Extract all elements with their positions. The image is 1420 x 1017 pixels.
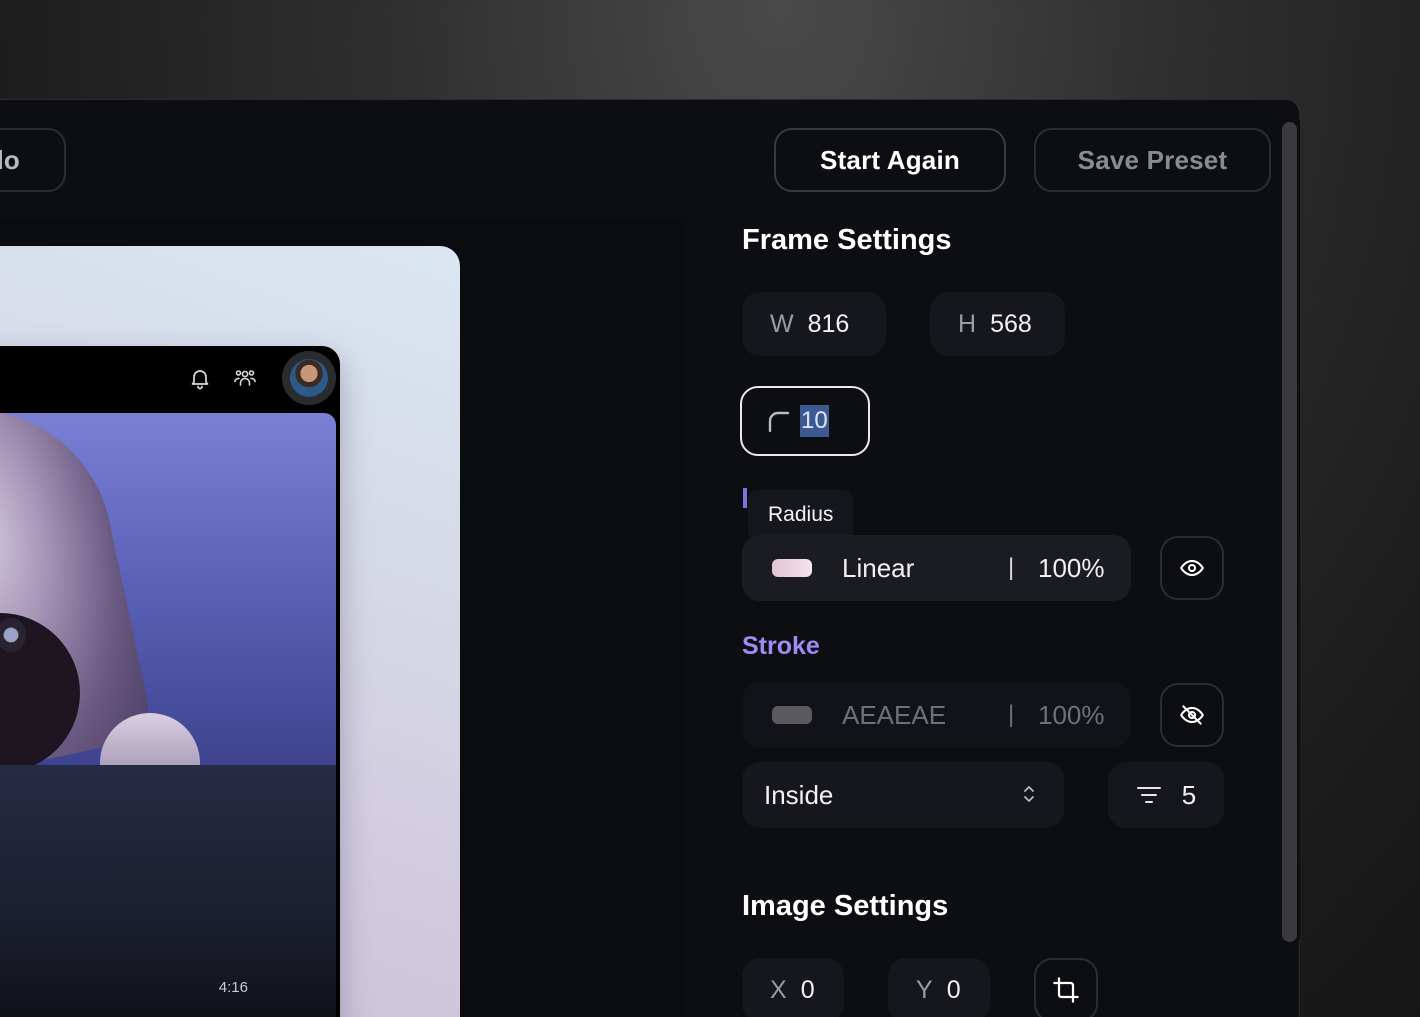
stroke-swatch[interactable] <box>772 706 812 724</box>
radius-input[interactable]: 10 <box>740 386 870 456</box>
width-value: 816 <box>807 309 850 338</box>
stroke-opacity[interactable]: 100% <box>1038 700 1105 731</box>
height-label: H <box>958 309 977 338</box>
settings-panel: Frame Settings W 816 H 568 10 Radius Lin… <box>686 120 1282 1017</box>
fill-type: Linear <box>842 552 915 583</box>
video-timestamp: 4:16 <box>218 979 248 996</box>
stroke-weight-value: 5 <box>1181 779 1197 810</box>
stroke-row[interactable]: AEAEAE | 100% <box>742 682 1131 748</box>
fill-separator: | <box>1008 554 1015 581</box>
device-mockup: 4:16 <box>0 346 340 1017</box>
fill-swatch[interactable] <box>772 559 812 577</box>
fill-row[interactable]: Linear | 100% <box>742 535 1131 601</box>
device-topbar <box>0 346 340 412</box>
scrollbar-thumb[interactable] <box>1282 122 1297 942</box>
eye-off-icon <box>1180 705 1204 725</box>
image-settings-title: Image Settings <box>742 890 949 922</box>
stroke-position-value: Inside <box>764 779 834 810</box>
avatar[interactable] <box>282 351 336 405</box>
x-value: 0 <box>800 975 815 1004</box>
stroke-title: Stroke <box>742 632 820 660</box>
height-value: 568 <box>990 309 1032 338</box>
corner-radius-icon <box>768 411 790 433</box>
bell-icon <box>191 370 209 390</box>
crop-icon <box>1053 977 1079 1003</box>
frame-settings-title: Frame Settings <box>742 224 952 256</box>
stroke-weight-icon <box>1136 787 1161 803</box>
x-field[interactable]: X 0 <box>742 958 844 1017</box>
height-field[interactable]: H 568 <box>930 292 1065 356</box>
eye-icon <box>1180 559 1204 577</box>
crop-button[interactable] <box>1034 958 1098 1017</box>
stroke-color: AEAEAE <box>842 699 947 730</box>
y-field[interactable]: Y 0 <box>888 958 990 1017</box>
undo-button[interactable]: Undo <box>0 128 66 192</box>
stroke-position-select[interactable]: Inside <box>742 762 1064 828</box>
people-icon <box>234 370 256 386</box>
avatar-image <box>290 359 328 397</box>
stroke-separator: | <box>1008 701 1015 728</box>
hero-image <box>0 413 336 765</box>
width-field[interactable]: W 816 <box>742 292 886 356</box>
chevron-updown-icon <box>1024 786 1034 802</box>
canvas-area: 4:16 <box>0 220 686 1017</box>
x-label: X <box>770 975 787 1004</box>
frame-preview: 4:16 <box>0 246 460 1017</box>
fill-visibility-button[interactable] <box>1160 536 1224 600</box>
radius-value: 10 <box>800 405 829 437</box>
y-label: Y <box>916 975 933 1004</box>
y-value: 0 <box>946 975 961 1004</box>
radius-tooltip: Radius <box>748 490 854 540</box>
stroke-weight-field[interactable]: 5 <box>1108 762 1224 828</box>
stroke-visibility-button[interactable] <box>1160 683 1224 747</box>
video-lower: 4:16 <box>0 765 336 1017</box>
fill-title-fragment <box>743 488 747 508</box>
width-label: W <box>770 309 794 338</box>
fill-opacity[interactable]: 100% <box>1038 553 1105 584</box>
